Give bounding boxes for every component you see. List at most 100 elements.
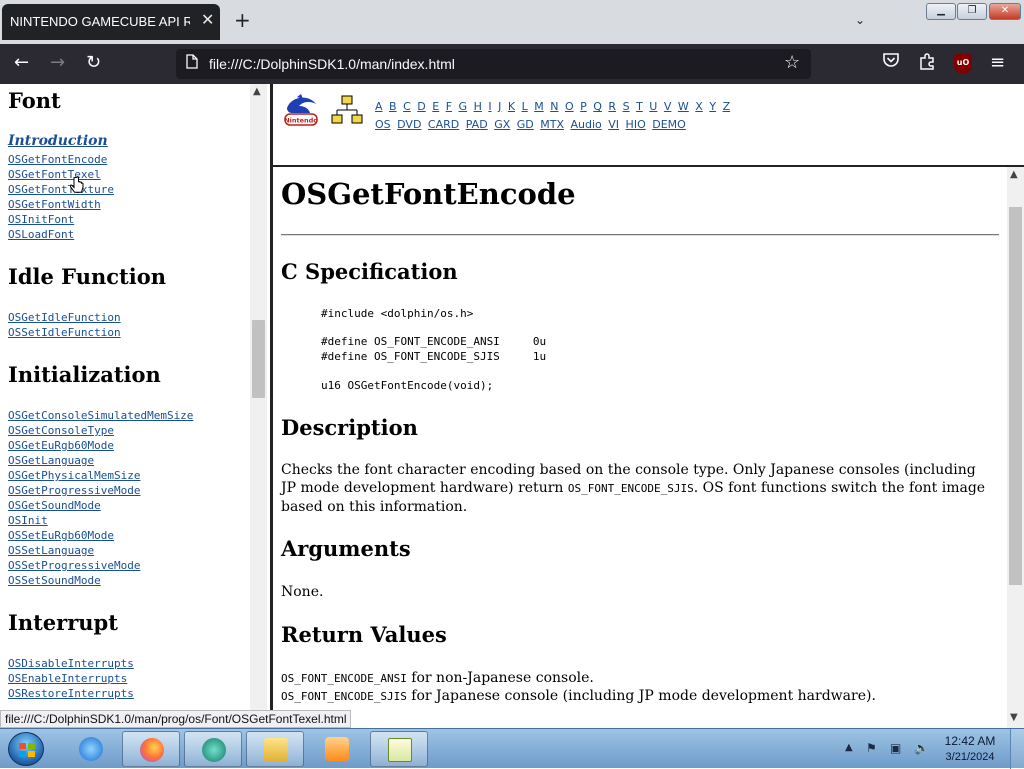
scroll-down-arrow-icon[interactable]: ▼	[1010, 712, 1018, 723]
letter-link[interactable]: S	[623, 100, 630, 113]
start-button[interactable]	[8, 732, 44, 766]
scrollbar-thumb[interactable]	[1009, 207, 1022, 585]
link-ossetprogressivemode[interactable]: OSSetProgressiveMode	[8, 558, 140, 573]
link-ossetlanguage[interactable]: OSSetLanguage	[8, 543, 94, 558]
forward-arrow-icon[interactable]: →	[50, 52, 65, 74]
browser-tab[interactable]: NINTENDO GAMECUBE API Reference ✕	[2, 4, 220, 40]
module-link-dvd[interactable]: DVD	[397, 118, 421, 131]
link-osgetsoundmode[interactable]: OSGetSoundMode	[8, 498, 101, 513]
index-tree-icon[interactable]	[331, 95, 363, 127]
letter-link[interactable]: T	[636, 100, 643, 113]
link-osinitfont[interactable]: OSInitFont	[8, 212, 74, 227]
module-link-hio[interactable]: HIO	[626, 118, 646, 131]
new-tab-button[interactable]: +	[234, 10, 251, 30]
letter-link[interactable]: N	[550, 100, 558, 113]
hamburger-menu-icon[interactable]: ≡	[990, 52, 1005, 74]
taskbar-media-player[interactable]	[308, 731, 366, 767]
list-tabs-chevron-icon[interactable]: ⌄	[855, 13, 865, 27]
letter-link[interactable]: D	[417, 100, 425, 113]
link-osgeteurgb60mode[interactable]: OSGetEuRgb60Mode	[8, 438, 114, 453]
letter-link[interactable]: H	[474, 100, 482, 113]
minimize-button[interactable]: ▁	[926, 3, 956, 20]
show-desktop-button[interactable]	[1010, 729, 1024, 769]
maximize-button[interactable]: ❐	[957, 3, 987, 20]
tab-close-icon[interactable]: ✕	[201, 12, 214, 30]
network-icon[interactable]: ▣	[890, 741, 901, 755]
scrollbar-thumb[interactable]	[252, 320, 265, 398]
left-frame-scrollbar[interactable]: ▲	[250, 84, 267, 728]
link-osdisableinterrupts[interactable]: OSDisableInterrupts	[8, 656, 134, 671]
letter-link[interactable]: V	[664, 100, 672, 113]
link-osgetconsolesimulatedmemsize[interactable]: OSGetConsoleSimulatedMemSize	[8, 408, 193, 423]
letter-link[interactable]: A	[375, 100, 383, 113]
link-ossetsoundmode[interactable]: OSSetSoundMode	[8, 573, 101, 588]
link-osseteurgb60mode[interactable]: OSSetEuRgb60Mode	[8, 528, 114, 543]
extensions-puzzle-icon[interactable]	[918, 52, 936, 76]
back-arrow-icon[interactable]: ←	[14, 52, 29, 74]
letter-link[interactable]: W	[678, 100, 689, 113]
letter-link[interactable]: X	[695, 100, 703, 113]
module-link-card[interactable]: CARD	[428, 118, 459, 131]
letter-link[interactable]: F	[446, 100, 452, 113]
volume-muted-icon[interactable]: 🔈	[914, 741, 929, 755]
link-osinit[interactable]: OSInit	[8, 513, 48, 528]
letter-link[interactable]: C	[403, 100, 411, 113]
link-osgetconsoletype[interactable]: OSGetConsoleType	[8, 423, 114, 438]
letter-link[interactable]: G	[459, 100, 468, 113]
link-osgetprogressivemode[interactable]: OSGetProgressiveMode	[8, 483, 140, 498]
letter-link[interactable]: K	[508, 100, 515, 113]
letter-link[interactable]: E	[432, 100, 439, 113]
letter-link[interactable]: U	[649, 100, 657, 113]
module-link-gx[interactable]: GX	[494, 118, 510, 131]
bookmark-star-icon[interactable]: ☆	[784, 52, 800, 73]
letter-link[interactable]: Q	[593, 100, 602, 113]
module-link-gd[interactable]: GD	[517, 118, 534, 131]
taskbar-app[interactable]	[184, 731, 242, 767]
taskbar-firefox[interactable]	[122, 731, 180, 767]
url-bar[interactable]: file:///C:/DolphinSDK1.0/man/index.html …	[176, 49, 811, 79]
letter-link[interactable]: L	[522, 100, 528, 113]
tray-expand-arrow-icon[interactable]: ▲	[845, 742, 853, 753]
link-osloadfont[interactable]: OSLoadFont	[8, 227, 74, 242]
close-window-button[interactable]: ✕	[989, 3, 1021, 20]
main-frame-scrollbar[interactable]: ▲ ▼	[1007, 167, 1024, 728]
scroll-up-arrow-icon[interactable]: ▲	[1010, 169, 1018, 180]
letter-link[interactable]: O	[565, 100, 574, 113]
letter-link[interactable]: M	[534, 100, 544, 113]
link-osgetfonttexture[interactable]: OSGetFontTexture	[8, 182, 114, 197]
letter-link[interactable]: B	[389, 100, 397, 113]
url-text[interactable]: file:///C:/DolphinSDK1.0/man/index.html	[209, 56, 455, 72]
letter-link[interactable]: R	[608, 100, 616, 113]
link-introduction[interactable]: Introduction	[8, 134, 108, 149]
link-osenableinterrupts[interactable]: OSEnableInterrupts	[8, 671, 127, 686]
scroll-up-arrow-icon[interactable]: ▲	[253, 86, 261, 97]
module-link-pad[interactable]: PAD	[466, 118, 488, 131]
letter-link[interactable]: I	[488, 100, 491, 113]
module-link-demo[interactable]: DEMO	[652, 118, 686, 131]
module-link-os[interactable]: OS	[375, 118, 391, 131]
link-osrestoreinterrupts[interactable]: OSRestoreInterrupts	[8, 686, 134, 701]
link-osgetfonttexel[interactable]: OSGetFontTexel	[8, 167, 101, 182]
module-link-vi[interactable]: VI	[608, 118, 619, 131]
action-center-flag-icon[interactable]: ⚑	[866, 741, 877, 755]
link-osgetfontwidth[interactable]: OSGetFontWidth	[8, 197, 101, 212]
link-osgetphysicalmemsize[interactable]: OSGetPhysicalMemSize	[8, 468, 140, 483]
reload-icon[interactable]: ↻	[86, 52, 101, 74]
module-link-audio[interactable]: Audio	[571, 118, 602, 131]
clock-date[interactable]: 3/21/2024	[940, 751, 1000, 763]
letter-link[interactable]: Z	[723, 100, 731, 113]
letter-link[interactable]: Y	[709, 100, 716, 113]
taskbar-notepad[interactable]	[370, 731, 428, 767]
link-osgetidlefunction[interactable]: OSGetIdleFunction	[8, 310, 121, 325]
pocket-icon[interactable]	[882, 52, 900, 74]
link-ossetidlefunction[interactable]: OSSetIdleFunction	[8, 325, 121, 340]
module-link-mtx[interactable]: MTX	[540, 118, 564, 131]
link-osgetlanguage[interactable]: OSGetLanguage	[8, 453, 94, 468]
taskbar-ie[interactable]	[62, 731, 120, 767]
letter-link[interactable]: J	[498, 100, 501, 113]
ublock-shield-icon[interactable]: uO	[954, 54, 972, 74]
link-osgetfontencode[interactable]: OSGetFontEncode	[8, 152, 107, 167]
dolphin-logo-icon[interactable]: Nintendo	[283, 94, 319, 128]
clock-time[interactable]: 12:42 AM	[940, 734, 1000, 748]
letter-link[interactable]: P	[580, 100, 587, 113]
